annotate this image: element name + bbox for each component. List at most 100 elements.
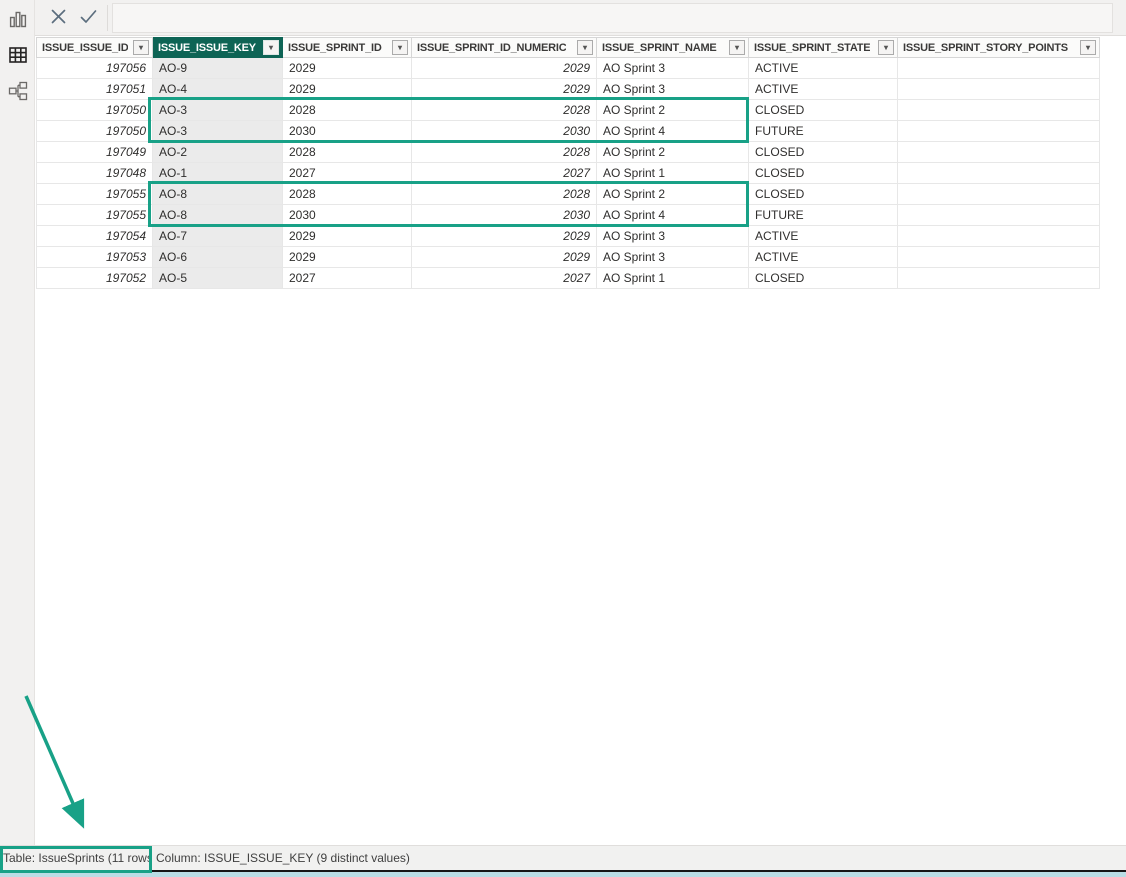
cell-issue_issue_key[interactable]: AO-3 <box>153 100 283 121</box>
cell-issue_issue_id[interactable]: 197048 <box>36 163 153 184</box>
cell-issue_issue_key[interactable]: AO-4 <box>153 79 283 100</box>
cell-issue_sprint_story_points[interactable] <box>898 142 1100 163</box>
column-header-issue_issue_id[interactable]: ISSUE_ISSUE_ID▾ <box>36 37 153 58</box>
sidebar-item-model-view[interactable] <box>3 78 32 106</box>
cell-issue_issue_id[interactable]: 197056 <box>36 58 153 79</box>
filter-dropdown-icon[interactable]: ▾ <box>392 40 408 55</box>
cell-issue_sprint_id[interactable]: 2027 <box>283 163 412 184</box>
column-header-issue_sprint_id[interactable]: ISSUE_SPRINT_ID▾ <box>283 37 412 58</box>
filter-dropdown-icon[interactable]: ▾ <box>878 40 894 55</box>
cell-issue_sprint_id[interactable]: 2029 <box>283 247 412 268</box>
cell-issue_issue_id[interactable]: 197055 <box>36 205 153 226</box>
column-header-issue_sprint_state[interactable]: ISSUE_SPRINT_STATE▾ <box>749 37 898 58</box>
cell-issue_sprint_id_numeric[interactable]: 2027 <box>412 268 597 289</box>
filter-dropdown-icon[interactable]: ▾ <box>1080 40 1096 55</box>
cell-issue_sprint_state[interactable]: ACTIVE <box>749 247 898 268</box>
column-header-issue_issue_key[interactable]: ISSUE_ISSUE_KEY▾ <box>153 37 283 58</box>
cell-issue_sprint_name[interactable]: AO Sprint 4 <box>597 121 749 142</box>
cell-issue_issue_key[interactable]: AO-5 <box>153 268 283 289</box>
cell-issue_sprint_story_points[interactable] <box>898 205 1100 226</box>
cell-issue_issue_key[interactable]: AO-7 <box>153 226 283 247</box>
cell-issue_sprint_name[interactable]: AO Sprint 4 <box>597 205 749 226</box>
cell-issue_sprint_story_points[interactable] <box>898 184 1100 205</box>
cell-issue_issue_key[interactable]: AO-1 <box>153 163 283 184</box>
cell-issue_issue_id[interactable]: 197055 <box>36 184 153 205</box>
cell-issue_sprint_state[interactable]: CLOSED <box>749 100 898 121</box>
cell-issue_sprint_id[interactable]: 2030 <box>283 121 412 142</box>
cell-issue_sprint_story_points[interactable] <box>898 268 1100 289</box>
cell-issue_sprint_id_numeric[interactable]: 2028 <box>412 100 597 121</box>
cell-issue_sprint_story_points[interactable] <box>898 100 1100 121</box>
cell-issue_sprint_story_points[interactable] <box>898 247 1100 268</box>
cell-issue_sprint_story_points[interactable] <box>898 58 1100 79</box>
cell-issue_sprint_name[interactable]: AO Sprint 3 <box>597 79 749 100</box>
cell-issue_sprint_state[interactable]: ACTIVE <box>749 58 898 79</box>
column-header-label: ISSUE_SPRINT_ID_NUMERIC <box>417 42 566 54</box>
cell-issue_sprint_state[interactable]: FUTURE <box>749 121 898 142</box>
cell-issue_sprint_id[interactable]: 2028 <box>283 184 412 205</box>
cell-issue_sprint_name[interactable]: AO Sprint 2 <box>597 142 749 163</box>
cell-issue_sprint_name[interactable]: AO Sprint 3 <box>597 58 749 79</box>
cell-issue_issue_key[interactable]: AO-3 <box>153 121 283 142</box>
cell-issue_sprint_name[interactable]: AO Sprint 3 <box>597 226 749 247</box>
cell-issue_sprint_id_numeric[interactable]: 2028 <box>412 184 597 205</box>
column-header-issue_sprint_story_points[interactable]: ISSUE_SPRINT_STORY_POINTS▾ <box>898 37 1100 58</box>
cell-issue_issue_key[interactable]: AO-2 <box>153 142 283 163</box>
filter-dropdown-icon[interactable]: ▾ <box>577 40 593 55</box>
cell-issue_sprint_id_numeric[interactable]: 2030 <box>412 205 597 226</box>
cell-issue_sprint_name[interactable]: AO Sprint 2 <box>597 184 749 205</box>
cell-issue_sprint_name[interactable]: AO Sprint 3 <box>597 247 749 268</box>
filter-dropdown-icon[interactable]: ▾ <box>263 40 279 55</box>
cell-issue_issue_id[interactable]: 197054 <box>36 226 153 247</box>
cell-issue_sprint_id[interactable]: 2029 <box>283 226 412 247</box>
cell-issue_sprint_id_numeric[interactable]: 2028 <box>412 142 597 163</box>
table-row: 197050AO-320302030AO Sprint 4FUTURE <box>36 121 1100 142</box>
cell-issue_sprint_story_points[interactable] <box>898 121 1100 142</box>
filter-dropdown-icon[interactable]: ▾ <box>133 40 149 55</box>
cell-issue_sprint_id_numeric[interactable]: 2029 <box>412 226 597 247</box>
cell-issue_issue_id[interactable]: 197052 <box>36 268 153 289</box>
cell-issue_sprint_name[interactable]: AO Sprint 1 <box>597 268 749 289</box>
cell-issue_sprint_state[interactable]: CLOSED <box>749 184 898 205</box>
cell-issue_sprint_name[interactable]: AO Sprint 1 <box>597 163 749 184</box>
cell-issue_sprint_id_numeric[interactable]: 2029 <box>412 79 597 100</box>
cell-issue_sprint_id_numeric[interactable]: 2027 <box>412 163 597 184</box>
cell-issue_sprint_state[interactable]: ACTIVE <box>749 226 898 247</box>
cell-issue_sprint_state[interactable]: CLOSED <box>749 142 898 163</box>
status-table-info: Table: IssueSprints (11 rows) <box>0 851 152 865</box>
formula-bar-input[interactable] <box>112 3 1113 33</box>
cancel-button[interactable] <box>45 6 71 30</box>
cell-issue_issue_key[interactable]: AO-8 <box>153 205 283 226</box>
cell-issue_sprint_state[interactable]: CLOSED <box>749 268 898 289</box>
cell-issue_issue_id[interactable]: 197049 <box>36 142 153 163</box>
column-header-issue_sprint_name[interactable]: ISSUE_SPRINT_NAME▾ <box>597 37 749 58</box>
column-header-issue_sprint_id_numeric[interactable]: ISSUE_SPRINT_ID_NUMERIC ▾ <box>412 37 597 58</box>
cell-issue_issue_id[interactable]: 197053 <box>36 247 153 268</box>
cell-issue_issue_key[interactable]: AO-9 <box>153 58 283 79</box>
cell-issue_issue_key[interactable]: AO-6 <box>153 247 283 268</box>
sidebar-item-data-view[interactable] <box>3 42 32 70</box>
cell-issue_sprint_name[interactable]: AO Sprint 2 <box>597 100 749 121</box>
cell-issue_sprint_story_points[interactable] <box>898 163 1100 184</box>
cell-issue_sprint_id[interactable]: 2027 <box>283 268 412 289</box>
sidebar-item-report-view[interactable] <box>3 6 32 34</box>
cell-issue_sprint_state[interactable]: FUTURE <box>749 205 898 226</box>
cell-issue_sprint_story_points[interactable] <box>898 226 1100 247</box>
cell-issue_sprint_id_numeric[interactable]: 2029 <box>412 58 597 79</box>
cell-issue_sprint_id_numeric[interactable]: 2030 <box>412 121 597 142</box>
cell-issue_sprint_id[interactable]: 2030 <box>283 205 412 226</box>
cell-issue_sprint_id[interactable]: 2029 <box>283 79 412 100</box>
commit-button[interactable] <box>75 6 101 30</box>
filter-dropdown-icon[interactable]: ▾ <box>729 40 745 55</box>
cell-issue_sprint_state[interactable]: CLOSED <box>749 163 898 184</box>
cell-issue_sprint_id_numeric[interactable]: 2029 <box>412 247 597 268</box>
cell-issue_issue_key[interactable]: AO-8 <box>153 184 283 205</box>
cell-issue_sprint_id[interactable]: 2028 <box>283 142 412 163</box>
cell-issue_sprint_id[interactable]: 2029 <box>283 58 412 79</box>
cell-issue_sprint_story_points[interactable] <box>898 79 1100 100</box>
cell-issue_sprint_id[interactable]: 2028 <box>283 100 412 121</box>
cell-issue_issue_id[interactable]: 197050 <box>36 121 153 142</box>
cell-issue_issue_id[interactable]: 197050 <box>36 100 153 121</box>
cell-issue_issue_id[interactable]: 197051 <box>36 79 153 100</box>
cell-issue_sprint_state[interactable]: ACTIVE <box>749 79 898 100</box>
